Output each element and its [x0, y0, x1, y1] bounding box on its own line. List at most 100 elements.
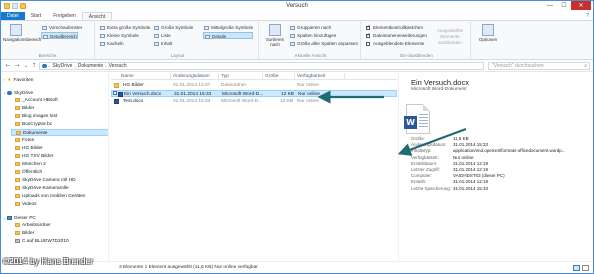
column-header-name[interactable]: Name — [119, 73, 171, 80]
layout-label: Mittelgroße Symbole — [211, 25, 254, 30]
forward-button[interactable]: → — [13, 62, 21, 70]
layout-icon — [154, 41, 159, 46]
property-key: Änderungsdatum: — [411, 142, 447, 148]
tab-view[interactable]: Ansicht — [81, 12, 113, 20]
layout-icon — [154, 25, 159, 30]
layout-extra-large-icons[interactable]: Extra große Symbole — [99, 24, 150, 31]
breadcrumb-item[interactable]: Dokumente — [78, 63, 104, 69]
sort-by-button[interactable]: Sortieren nach — [262, 24, 288, 47]
tab-start[interactable]: Start — [25, 12, 48, 20]
nav-item[interactable]: SkyDrive-Kamerarolle — [11, 185, 69, 192]
add-columns-button[interactable]: Spalten hinzufügen — [289, 32, 336, 39]
tab-file[interactable]: Datei — [1, 12, 25, 20]
property-row: Computer: VAIOHDST03 (dieser PC) — [411, 173, 591, 179]
layout-medium-icons[interactable]: Mittelgroße Symbole — [203, 24, 253, 31]
file-row[interactable]: Ein Versuch.docx 31.01.2014 15:33 Microsof… — [111, 90, 397, 97]
column-header-type[interactable]: Typ — [219, 73, 263, 80]
cell-size: 12 KB — [280, 92, 294, 97]
nav-item[interactable]: München 2 — [11, 161, 46, 168]
help-button[interactable]: ? — [582, 12, 593, 20]
cell-date: 31.01.2014 15:33 — [174, 92, 212, 97]
up-button[interactable]: ↑ — [30, 62, 38, 70]
layout-large-icons[interactable]: Große Symbole — [153, 24, 193, 31]
nav-item[interactable]: Dokumente — [11, 129, 108, 136]
recent-dropdown[interactable]: ⌄ — [22, 62, 30, 70]
breadcrumb-item[interactable]: Versuch — [109, 63, 127, 69]
nav-item[interactable]: ⌄ SkyDrive — [3, 89, 33, 96]
nav-item[interactable]: C auf BLUEW7D2010 — [11, 238, 69, 245]
text-line — [419, 120, 428, 121]
group-label: Bereiche — [38, 53, 57, 58]
nav-item[interactable]: Uploads von mobilen Geräten — [11, 193, 85, 200]
details-pane-button[interactable]: Detailbereich — [41, 32, 78, 39]
word-doc-thumbnail: W — [404, 104, 430, 134]
property-value: 31.01.2014 15:33 — [453, 185, 489, 191]
nav-item-label: Dieser PC — [14, 216, 36, 221]
property-key: Erstellt: — [411, 179, 427, 185]
file-row[interactable]: Test.docx 31.01.2014 15:33 Microsoft Word-… — [111, 98, 397, 105]
nav-item[interactable]: Blog images lost — [11, 113, 57, 120]
nav-item[interactable]: Fotos — [11, 137, 34, 144]
nav-item[interactable]: Bilder — [11, 230, 34, 237]
group-options: Optionen — [473, 22, 503, 59]
file-extensions-toggle[interactable]: Dateinamenerweiterungen — [365, 32, 427, 39]
nav-item[interactable]: Bilder — [11, 105, 34, 112]
nav-item[interactable]: › ★ Favoriten — [3, 76, 33, 83]
property-row: Inhaltstyp: application/vnd.openxmlformat… — [411, 148, 591, 154]
cell-availability: Nur online — [298, 92, 320, 97]
hide-selected-button[interactable]: Ausgewählte Elemente ausblenden — [431, 28, 469, 45]
maximize-button[interactable]: ☐ — [557, 1, 571, 10]
nav-item[interactable]: Videos — [11, 201, 37, 208]
nav-item[interactable]: Arbeitsordner — [11, 222, 51, 229]
size-columns-button[interactable]: Größe aller Spalten anpassen — [289, 40, 358, 47]
property-row: Verfügbarkeit: Nur online — [411, 155, 591, 161]
layout-details[interactable]: Details — [203, 32, 253, 39]
nav-item[interactable]: SkyDrive Camera roll HD — [11, 177, 76, 184]
large-icons-view-icon[interactable] — [582, 265, 589, 271]
nav-item-label: SkyDrive Camera roll HD — [22, 178, 76, 183]
minimize-button[interactable]: — — [543, 1, 557, 10]
nav-item[interactable]: BoxCryptor.bc — [11, 121, 52, 128]
checkbox[interactable] — [366, 41, 370, 46]
layout-label: Liste — [161, 33, 171, 38]
search-input[interactable]: "Versuch" durchsuchen ⌕ — [488, 62, 590, 70]
back-button[interactable]: ← — [4, 62, 12, 70]
text-line — [419, 126, 428, 127]
nav-item[interactable]: ⌄ Dieser PC — [3, 214, 36, 221]
checkbox[interactable] — [366, 24, 371, 31]
explorer-window: Versuch — ☐ ✕ Datei Start Freigeben Ansi… — [0, 0, 594, 274]
nav-item[interactable]: _Account HBsoft — [11, 97, 58, 104]
preview-pane-label: Vorschaufenster — [49, 25, 83, 30]
breadcrumb[interactable]: › SkyDrive › Dokumente › Versuch — [39, 62, 484, 70]
breadcrumb-item[interactable]: SkyDrive — [52, 63, 72, 69]
layout-content[interactable]: Inhalt — [153, 40, 172, 47]
group-label: Layout — [170, 53, 185, 58]
nav-item[interactable]: Öffentlich — [11, 169, 42, 176]
checkbox[interactable] — [366, 32, 371, 39]
cell-availability: Nur online — [297, 83, 319, 88]
property-value: 31.01.2014 12:19 — [453, 160, 489, 166]
row-checkbox[interactable] — [113, 91, 117, 95]
options-button[interactable]: Optionen — [475, 24, 501, 42]
nav-item[interactable]: HG TSV Bilder — [11, 153, 53, 160]
size-columns-icon — [290, 41, 295, 46]
status-text: 3 Elemente 1 Element ausgewählt (11,6 KB… — [119, 265, 258, 270]
details-view-icon[interactable] — [573, 265, 580, 271]
column-header-date[interactable]: Änderungsdatum — [171, 73, 219, 80]
nav-pane-button[interactable]: Navigationsbereich — [3, 24, 41, 42]
item-checkboxes-toggle[interactable]: Elementkontrollkästchen — [365, 24, 423, 31]
layout-list[interactable]: Liste — [153, 32, 171, 39]
preview-pane-button[interactable]: Vorschaufenster — [41, 24, 82, 31]
hidden-items-toggle[interactable]: Ausgeblendete Elemente — [365, 40, 424, 47]
column-header-size[interactable]: Größe — [263, 73, 295, 80]
file-row[interactable]: HG Bilder 31.01.2014 12:07 Dateiordner Nur … — [111, 82, 397, 89]
close-button[interactable]: ✕ — [571, 1, 591, 10]
nav-item[interactable]: HG Bilder — [11, 145, 43, 152]
skydrive-icon — [42, 64, 47, 68]
layout-small-icons[interactable]: Kleine Symbole — [99, 32, 139, 39]
layout-tiles[interactable]: Kacheln — [99, 40, 124, 47]
page-fold — [423, 104, 430, 111]
column-header-availability[interactable]: Verfügbarkeit — [295, 73, 345, 80]
group-by-button[interactable]: Gruppieren nach — [289, 24, 331, 31]
tab-share[interactable]: Freigeben — [47, 12, 82, 20]
